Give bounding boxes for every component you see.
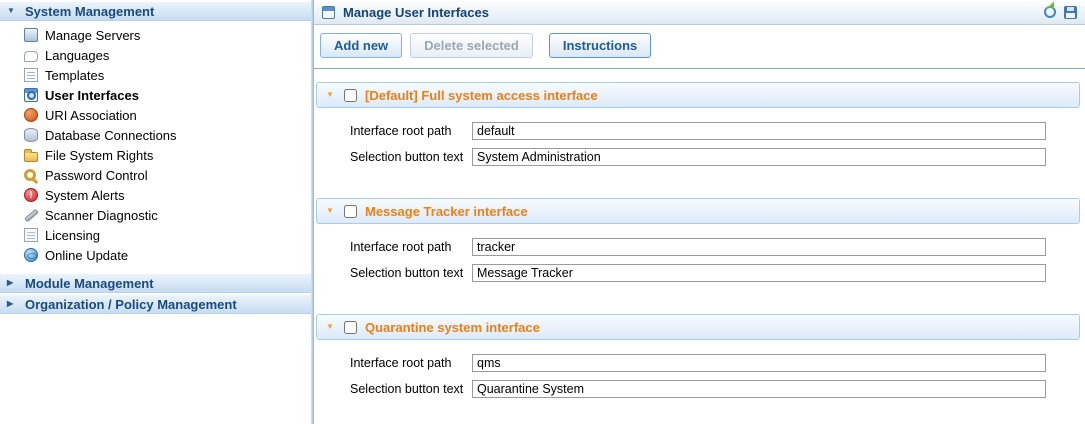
interface-section-quarantine-system-interface: Quarantine system interface Interface ro… — [316, 314, 1080, 410]
interface-root-path-input[interactable] — [472, 122, 1046, 140]
sidebar-section-module-management[interactable]: Module Management — [0, 273, 311, 293]
interface-section-body: Interface root path Selection button tex… — [316, 340, 1080, 410]
interface-title: Message Tracker interface — [365, 204, 528, 219]
form-row: Selection button text — [316, 264, 1080, 282]
interface-title: Quarantine system interface — [365, 320, 540, 335]
interface-sections: [Default] Full system access interface I… — [314, 69, 1085, 424]
interface-section-header[interactable]: Quarantine system interface — [316, 314, 1080, 340]
chevron-down-icon — [7, 7, 19, 15]
form-row: Selection button text — [316, 148, 1080, 166]
interface-root-path-input[interactable] — [472, 238, 1046, 256]
form-row: Interface root path — [316, 354, 1080, 372]
sidebar-item-scanner-diagnostic[interactable]: Scanner Diagnostic — [0, 205, 311, 225]
sidebar-section-system-management[interactable]: System Management — [0, 1, 311, 21]
field-label: Selection button text — [350, 150, 472, 164]
sidebar-item-label: Languages — [45, 48, 109, 63]
sidebar-item-templates[interactable]: Templates — [0, 65, 311, 85]
field-label: Selection button text — [350, 266, 472, 280]
languages-icon — [24, 51, 38, 62]
interface-select-checkbox[interactable] — [344, 89, 357, 102]
interface-section-message-tracker-interface: Message Tracker interface Interface root… — [316, 198, 1080, 294]
online-update-icon — [24, 248, 38, 262]
file-system-rights-icon — [24, 152, 38, 162]
interface-section-body: Interface root path Selection button tex… — [316, 108, 1080, 178]
selection-button-text-input[interactable] — [472, 264, 1046, 282]
interface-root-path-input[interactable] — [472, 354, 1046, 372]
interface-select-checkbox[interactable] — [344, 321, 357, 334]
panel-header: Manage User Interfaces — [314, 0, 1085, 25]
header-actions — [1044, 6, 1077, 19]
section-collapse-icon[interactable] — [326, 323, 336, 331]
sidebar-item-file-system-rights[interactable]: File System Rights — [0, 145, 311, 165]
toolbar: Add new Delete selected Instructions — [314, 25, 1085, 69]
interface-title: [Default] Full system access interface — [365, 88, 598, 103]
refresh-icon[interactable] — [1044, 6, 1056, 18]
sidebar-item-label: File System Rights — [45, 148, 153, 163]
sidebar-item-licensing[interactable]: Licensing — [0, 225, 311, 245]
instructions-button[interactable]: Instructions — [549, 33, 651, 58]
form-row: Interface root path — [316, 122, 1080, 140]
user-interfaces-icon — [24, 88, 38, 102]
sidebar-section-label: Module Management — [25, 276, 154, 291]
sidebar-item-system-alerts[interactable]: System Alerts — [0, 185, 311, 205]
licensing-icon — [24, 228, 38, 242]
window-icon — [322, 6, 335, 19]
scanner-diagnostic-icon — [24, 208, 38, 222]
sidebar: System Management Manage Servers Languag… — [0, 0, 311, 424]
manage-servers-icon — [24, 28, 38, 42]
sidebar-section-label: System Management — [25, 4, 154, 19]
sidebar-item-user-interfaces[interactable]: User Interfaces — [0, 85, 311, 105]
database-connections-icon — [24, 128, 38, 142]
sidebar-item-label: Password Control — [45, 168, 148, 183]
sidebar-item-manage-servers[interactable]: Manage Servers — [0, 25, 311, 45]
field-label: Interface root path — [350, 124, 472, 138]
sidebar-item-label: Online Update — [45, 248, 128, 263]
sidebar-section-organization-policy-management[interactable]: Organization / Policy Management — [0, 294, 311, 314]
selection-button-text-input[interactable] — [472, 148, 1046, 166]
password-control-icon — [24, 168, 38, 182]
sidebar-item-label: Licensing — [45, 228, 100, 243]
selection-button-text-input[interactable] — [472, 380, 1046, 398]
sidebar-item-uri-association[interactable]: URI Association — [0, 105, 311, 125]
sidebar-item-password-control[interactable]: Password Control — [0, 165, 311, 185]
interface-section-default-full-system-access-interface: [Default] Full system access interface I… — [316, 82, 1080, 178]
field-label: Interface root path — [350, 356, 472, 370]
form-row: Interface root path — [316, 238, 1080, 256]
sidebar-item-list: Manage Servers Languages Templates User … — [0, 25, 311, 265]
sidebar-item-label: Manage Servers — [45, 28, 140, 43]
add-new-button[interactable]: Add new — [320, 33, 402, 58]
form-row: Selection button text — [316, 380, 1080, 398]
section-collapse-icon[interactable] — [326, 207, 336, 215]
sidebar-item-online-update[interactable]: Online Update — [0, 245, 311, 265]
interface-section-body: Interface root path Selection button tex… — [316, 224, 1080, 294]
sidebar-item-label: Scanner Diagnostic — [45, 208, 158, 223]
page-title: Manage User Interfaces — [343, 5, 1044, 20]
sidebar-item-database-connections[interactable]: Database Connections — [0, 125, 311, 145]
sidebar-item-languages[interactable]: Languages — [0, 45, 311, 65]
sidebar-section-label: Organization / Policy Management — [25, 297, 237, 312]
interface-section-header[interactable]: Message Tracker interface — [316, 198, 1080, 224]
sidebar-item-label: URI Association — [45, 108, 137, 123]
field-label: Interface root path — [350, 240, 472, 254]
interface-section-header[interactable]: [Default] Full system access interface — [316, 82, 1080, 108]
chevron-right-icon — [7, 279, 19, 287]
save-icon[interactable] — [1064, 6, 1077, 19]
main-panel: Manage User Interfaces Add new Delete se… — [314, 0, 1085, 424]
delete-selected-button[interactable]: Delete selected — [410, 33, 533, 58]
templates-icon — [24, 68, 38, 82]
app-window: System Management Manage Servers Languag… — [0, 0, 1085, 424]
uri-association-icon — [24, 108, 38, 122]
sidebar-item-label: System Alerts — [45, 188, 124, 203]
section-collapse-icon[interactable] — [326, 91, 336, 99]
chevron-right-icon — [7, 300, 19, 308]
field-label: Selection button text — [350, 382, 472, 396]
system-alerts-icon — [24, 188, 38, 202]
sidebar-item-label: Database Connections — [45, 128, 177, 143]
sidebar-item-label: Templates — [45, 68, 104, 83]
sidebar-item-label: User Interfaces — [45, 88, 139, 103]
interface-select-checkbox[interactable] — [344, 205, 357, 218]
